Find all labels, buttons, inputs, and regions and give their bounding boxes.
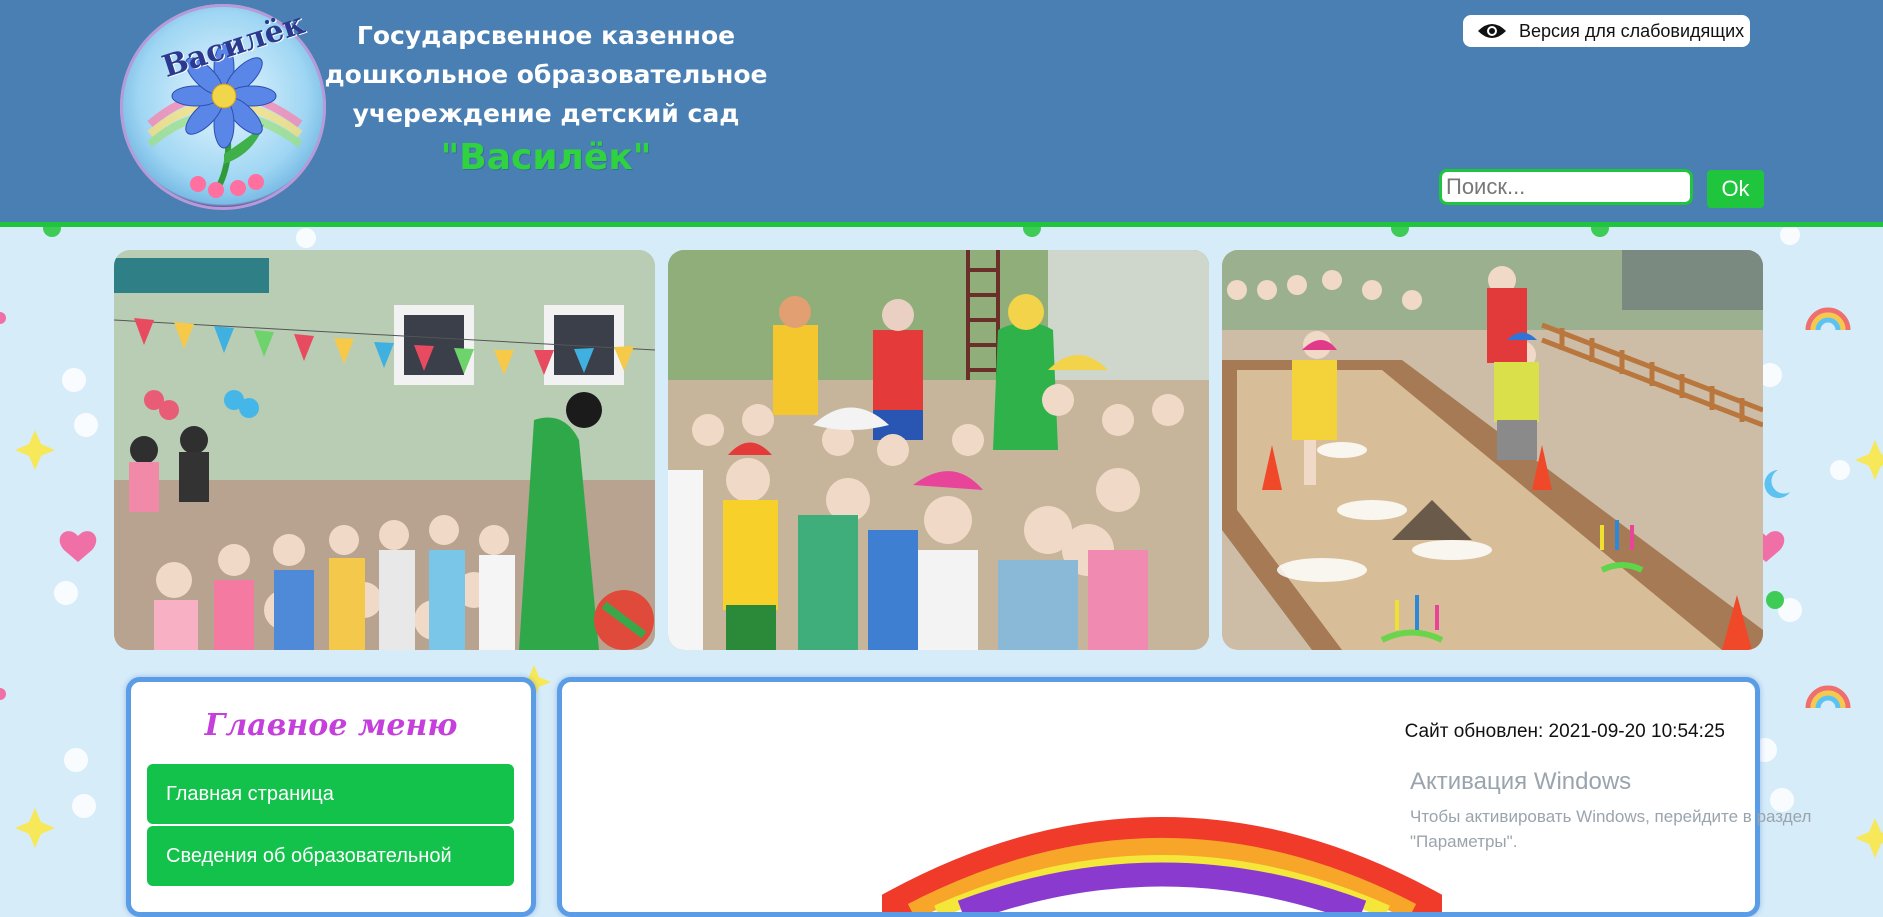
eye-icon bbox=[1478, 24, 1506, 38]
site-logo[interactable]: Василёк bbox=[120, 4, 326, 210]
activation-line-2: "Параметры". bbox=[1410, 832, 1518, 851]
low-vision-version-button[interactable]: Версия для слабовидящих bbox=[1463, 15, 1750, 47]
menu-item-org-info[interactable]: Сведения об образовательной bbox=[147, 826, 514, 886]
main-menu-title: Главное меню bbox=[204, 708, 458, 743]
search-ok-button[interactable]: Ok bbox=[1707, 170, 1764, 208]
main-menu-panel: Главное меню Главная страница Сведения о… bbox=[126, 677, 536, 917]
activation-line-1: Чтобы активировать Windows, перейдите в … bbox=[1410, 807, 1812, 826]
organization-title: Государсвенное казенное дошкольное образ… bbox=[316, 16, 776, 183]
low-vision-label: Версия для слабовидящих bbox=[1519, 20, 1745, 41]
search-input[interactable]: Поиск... bbox=[1439, 169, 1693, 205]
menu-item-home[interactable]: Главная страница bbox=[147, 764, 514, 824]
org-title-line-1: Государсвенное казенное bbox=[356, 21, 736, 50]
windows-activation-watermark: Активация Windows Чтобы активировать Win… bbox=[1410, 768, 1811, 854]
org-title-line-2: дошкольное образовательное bbox=[324, 60, 768, 89]
activation-title: Активация Windows bbox=[1410, 768, 1632, 795]
welcome-banner-image bbox=[882, 817, 1442, 912]
site-updated-timestamp: Сайт обновлен: 2021-09-20 10:54:25 bbox=[1404, 721, 1725, 742]
children-outdoor-festival-photo bbox=[114, 250, 655, 650]
org-title-line-3: учереждение детский сад bbox=[352, 99, 740, 128]
children-with-clowns-photo bbox=[668, 250, 1209, 650]
children-playing-games-photo bbox=[1222, 250, 1763, 650]
site-header: Василёк Государсвенное казенное дошкольн… bbox=[0, 0, 1883, 227]
org-name: "Василёк" bbox=[440, 137, 652, 178]
